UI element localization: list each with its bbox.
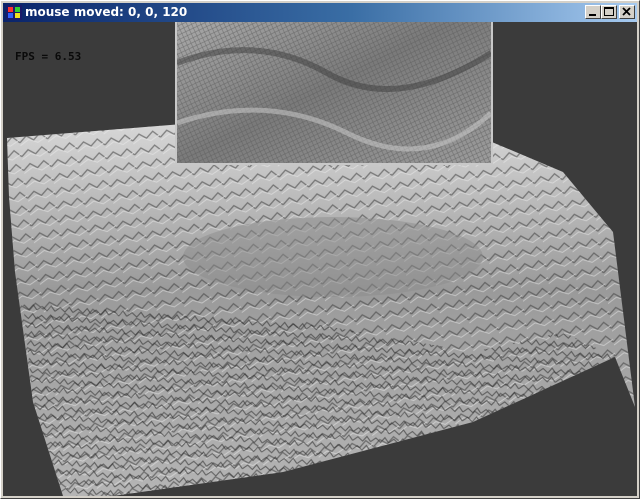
maximize-button[interactable] bbox=[601, 5, 617, 19]
fps-counter: FPS = 6.53 bbox=[15, 50, 82, 63]
app-icon[interactable] bbox=[6, 5, 22, 20]
title-bar[interactable]: mouse moved: 0, 0, 120 bbox=[3, 3, 637, 22]
app-window: mouse moved: 0, 0, 120 FPS = 6.53 bbox=[0, 0, 640, 499]
minimize-button[interactable] bbox=[585, 5, 601, 19]
terrain-basin bbox=[183, 217, 483, 297]
close-icon bbox=[622, 7, 631, 16]
window-title: mouse moved: 0, 0, 120 bbox=[25, 5, 188, 19]
overview-mesh bbox=[177, 22, 491, 163]
close-button[interactable] bbox=[619, 5, 635, 19]
render-viewport[interactable]: FPS = 6.53 bbox=[3, 22, 637, 496]
overview-inset bbox=[175, 22, 493, 165]
minimize-icon bbox=[589, 14, 596, 16]
maximize-icon bbox=[604, 7, 614, 16]
